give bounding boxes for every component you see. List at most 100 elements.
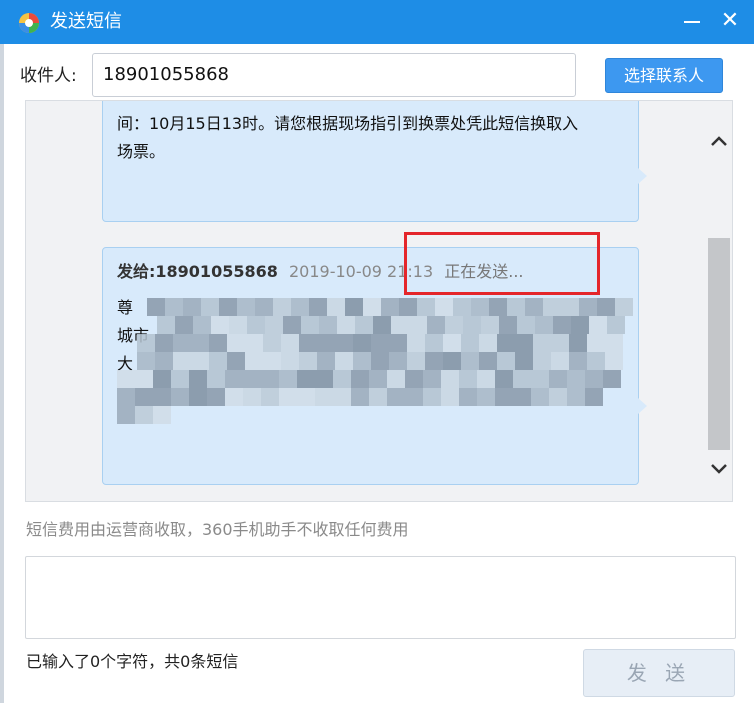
message-history-panel[interactable]: 间：10月15日13时。请您根据现场指引到换票处凭此短信换取入 场票。 发给:1…: [25, 100, 733, 502]
mosaic-tile: [551, 334, 569, 352]
mosaic-tile: [155, 352, 173, 370]
mosaic-tile: [553, 316, 571, 334]
message-line: 场票。: [117, 142, 166, 161]
scroll-down-icon[interactable]: [706, 456, 732, 482]
mosaic-tile: [441, 388, 459, 406]
mosaic-tile: [171, 388, 189, 406]
mosaic-tile: [317, 352, 335, 370]
mosaic-tile: [335, 352, 353, 370]
mosaic-tile: [337, 316, 355, 334]
mosaic-tile: [425, 352, 443, 370]
mosaic-tile: [417, 298, 435, 316]
mosaic-tile: [171, 370, 189, 388]
mosaic-tile: [237, 298, 255, 316]
select-contacts-button[interactable]: 选择联系人: [605, 58, 723, 93]
mosaic-tile: [117, 406, 135, 424]
mosaic-tile: [499, 316, 517, 334]
mosaic-tile: [209, 352, 227, 370]
scrollbar-thumb[interactable]: [708, 238, 730, 450]
mosaic-tile: [461, 352, 479, 370]
mosaic-tile: [245, 334, 263, 352]
mosaic-tile: [461, 334, 479, 352]
mosaic-tile: [567, 388, 585, 406]
mosaic-tile: [531, 370, 549, 388]
mosaic-tile: [153, 370, 171, 388]
mosaic-tile: [227, 352, 245, 370]
mosaic-tile: [229, 316, 247, 334]
mosaic-tile: [425, 334, 443, 352]
mosaic-tile: [389, 334, 407, 352]
mosaic-tile: [427, 316, 445, 334]
mosaic-tile: [507, 298, 525, 316]
mosaic-tile: [135, 388, 153, 406]
fee-note: 短信费用由运营商收取，360手机助手不收取任何费用: [26, 520, 409, 539]
mosaic-tile: [389, 352, 407, 370]
mosaic-tile: [543, 298, 561, 316]
mosaic-tile: [423, 388, 441, 406]
mosaic-tile: [407, 352, 425, 370]
minimize-button[interactable]: [676, 6, 708, 38]
mosaic-tile: [533, 334, 551, 352]
mosaic-tile: [283, 316, 301, 334]
mosaic-tile: [137, 334, 155, 352]
mosaic-tile: [265, 316, 283, 334]
message-compose-input[interactable]: [25, 556, 736, 639]
window-edge: [0, 44, 4, 703]
mosaic-tile: [513, 388, 531, 406]
mosaic-tile: [459, 388, 477, 406]
mosaic-tile: [561, 298, 579, 316]
mosaic-tile: [579, 298, 597, 316]
mosaic-tile: [453, 298, 471, 316]
mosaic-tile: [585, 388, 603, 406]
bubble-tail: [638, 168, 647, 184]
mosaic-tile: [219, 298, 237, 316]
mosaic-tile: [193, 316, 211, 334]
mosaic-tile: [291, 298, 309, 316]
mosaic-tile: [405, 370, 423, 388]
send-button[interactable]: 发 送: [583, 649, 735, 697]
mosaic-tile: [497, 334, 515, 352]
mosaic-tile: [445, 316, 463, 334]
mosaic-tile: [201, 298, 219, 316]
mosaic-tile: [615, 298, 633, 316]
mosaic-tile: [443, 352, 461, 370]
mosaic-tile: [479, 334, 497, 352]
mosaic-tile: [369, 388, 387, 406]
mosaic-tile: [247, 316, 265, 334]
mosaic-tile: [117, 370, 135, 388]
mosaic-tile: [327, 298, 345, 316]
mosaic-tile: [549, 388, 567, 406]
mosaic-tile: [279, 370, 297, 388]
mosaic-tile: [209, 334, 227, 352]
mosaic-tile: [373, 316, 391, 334]
recipient-input[interactable]: 18901055868: [92, 53, 576, 97]
message-bubble: 间：10月15日13时。请您根据现场指引到换票处凭此短信换取入 场票。: [102, 101, 647, 222]
mosaic-tile: [255, 298, 273, 316]
mosaic-tile: [535, 316, 553, 334]
highlight-box: [404, 232, 600, 295]
mosaic-tile: [207, 388, 225, 406]
mosaic-tile: [405, 388, 423, 406]
scroll-up-icon[interactable]: [706, 128, 732, 154]
mosaic-tile: [371, 334, 389, 352]
mosaic-tile: [515, 334, 533, 352]
recipient-label: 收件人:: [20, 66, 77, 86]
mosaic-tile: [165, 298, 183, 316]
mosaic-tile: [567, 370, 585, 388]
mosaic-tile: [281, 352, 299, 370]
mosaic-tile: [371, 352, 389, 370]
mosaic-tile: [309, 298, 327, 316]
mosaic-tile: [173, 352, 191, 370]
mosaic-tile: [153, 388, 171, 406]
mosaic-tile: [173, 334, 191, 352]
mosaic-tile: [351, 388, 369, 406]
mosaic-tile: [549, 370, 567, 388]
close-button[interactable]: ✕: [714, 6, 746, 38]
mosaic-tile: [155, 334, 173, 352]
mosaic-tile: [597, 298, 615, 316]
mosaic-tile: [175, 316, 193, 334]
mosaic-tile: [495, 370, 513, 388]
mosaic-tile: [495, 388, 513, 406]
mosaic-tile: [353, 352, 371, 370]
mosaic-tile: [315, 370, 333, 388]
